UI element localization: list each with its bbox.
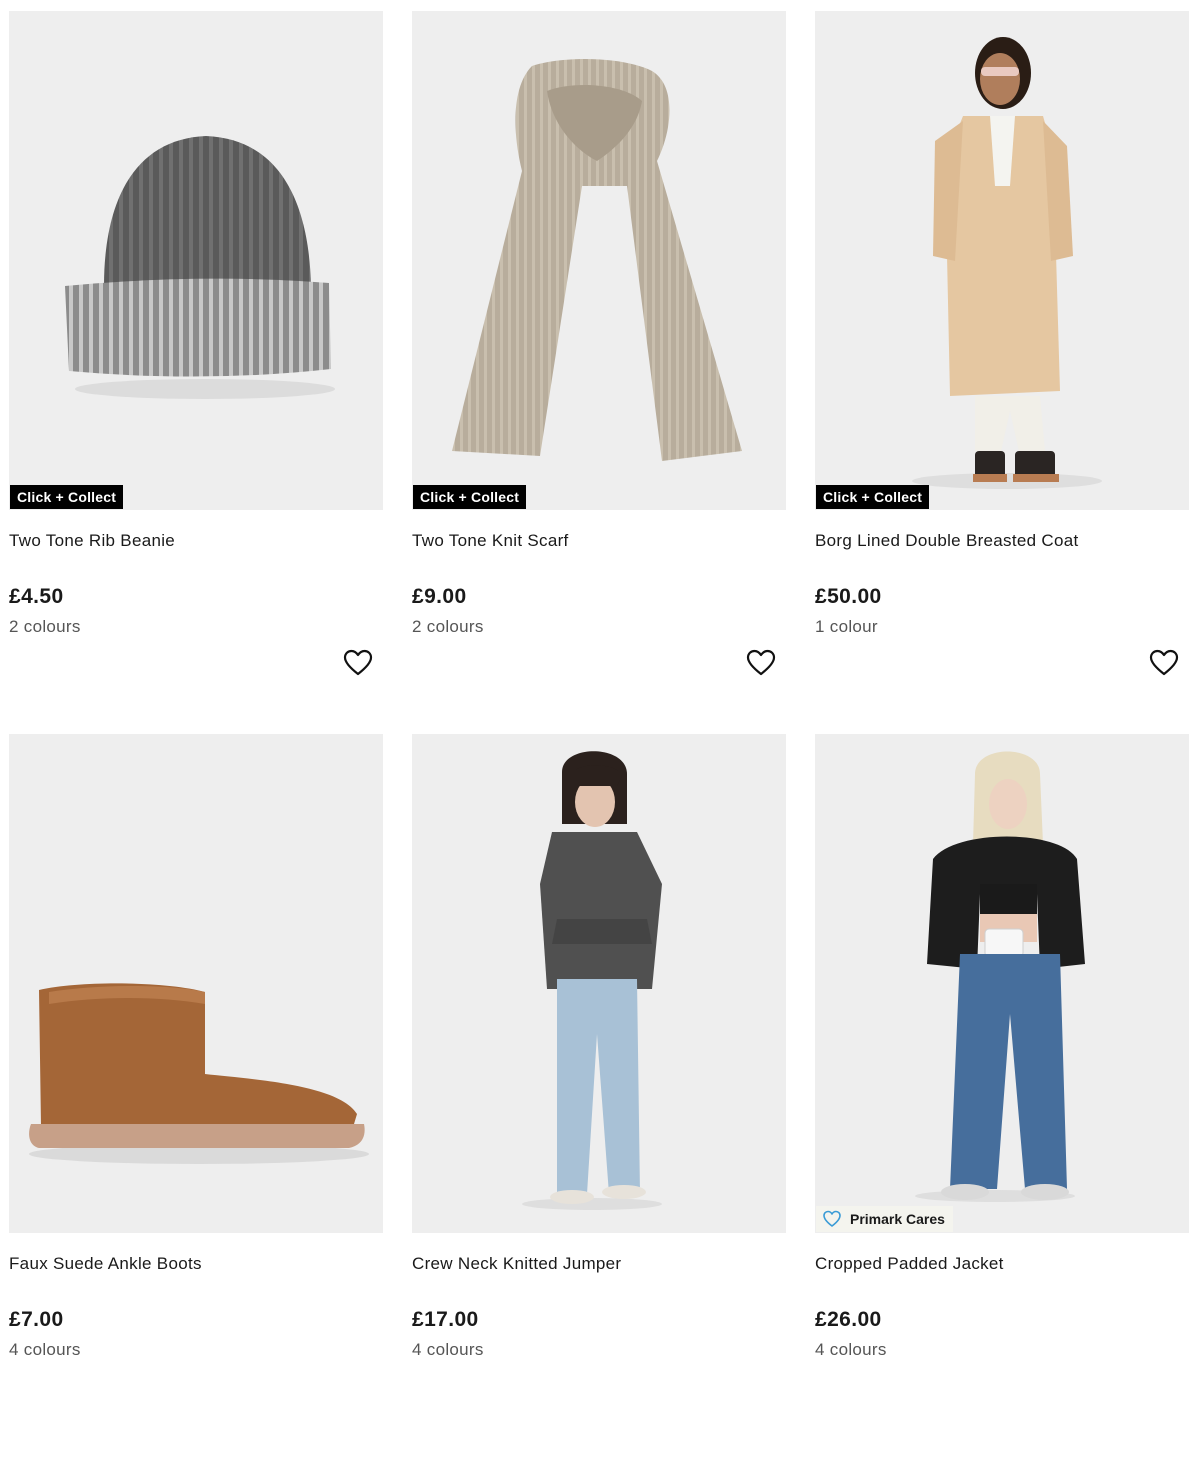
product-colours[interactable]: 2 colours xyxy=(9,617,81,637)
product-name[interactable]: Crew Neck Knitted Jumper xyxy=(412,1254,621,1274)
product-name[interactable]: Cropped Padded Jacket xyxy=(815,1254,1004,1274)
product-image[interactable]: Primark Cares xyxy=(815,734,1189,1233)
product-name[interactable]: Two Tone Rib Beanie xyxy=(9,531,175,551)
heart-outline-icon[interactable] xyxy=(1149,649,1179,677)
product-image[interactable] xyxy=(9,734,383,1233)
boot-image xyxy=(9,734,383,1233)
product-name[interactable]: Borg Lined Double Breasted Coat xyxy=(815,531,1079,551)
product-card[interactable]: Click + Collect Borg Lined Double Breast… xyxy=(815,11,1189,734)
jumper-model-image xyxy=(412,734,786,1233)
product-card[interactable]: Faux Suede Ankle Boots £7.00 4 colours xyxy=(9,734,383,1457)
heart-outline-icon[interactable] xyxy=(343,649,373,677)
jacket-model-image xyxy=(815,734,1189,1233)
product-price: £50.00 xyxy=(815,585,882,608)
primark-cares-badge: Primark Cares xyxy=(816,1206,953,1232)
product-colours[interactable]: 1 colour xyxy=(815,617,878,637)
product-price: £9.00 xyxy=(412,585,467,608)
product-card[interactable]: Click + Collect Two Tone Rib Beanie £4.5… xyxy=(9,11,383,734)
click-collect-badge: Click + Collect xyxy=(10,485,124,509)
scarf-image xyxy=(412,11,786,510)
product-name[interactable]: Faux Suede Ankle Boots xyxy=(9,1254,202,1274)
product-grid: Click + Collect Two Tone Rib Beanie £4.5… xyxy=(9,11,1189,1457)
product-price: £7.00 xyxy=(9,1308,64,1331)
heart-outline-icon[interactable] xyxy=(746,649,776,677)
product-image[interactable]: Click + Collect xyxy=(815,11,1189,510)
product-colours[interactable]: 4 colours xyxy=(815,1340,887,1360)
product-colours[interactable]: 4 colours xyxy=(412,1340,484,1360)
product-card[interactable]: Click + Collect Two Tone Knit Scarf £9.0… xyxy=(412,11,786,734)
product-card[interactable]: Primark Cares Cropped Padded Jacket £26.… xyxy=(815,734,1189,1457)
product-price: £17.00 xyxy=(412,1308,479,1331)
product-card[interactable]: Crew Neck Knitted Jumper £17.00 4 colour… xyxy=(412,734,786,1457)
coat-model-image xyxy=(815,11,1189,510)
click-collect-badge: Click + Collect xyxy=(413,485,527,509)
product-name[interactable]: Two Tone Knit Scarf xyxy=(412,531,569,551)
beanie-image xyxy=(9,11,383,510)
product-price: £4.50 xyxy=(9,585,64,608)
product-image[interactable]: Click + Collect xyxy=(9,11,383,510)
product-colours[interactable]: 4 colours xyxy=(9,1340,81,1360)
click-collect-badge: Click + Collect xyxy=(816,485,930,509)
product-price: £26.00 xyxy=(815,1308,882,1331)
product-image[interactable]: Click + Collect xyxy=(412,11,786,510)
heart-icon xyxy=(823,1210,841,1227)
product-image[interactable] xyxy=(412,734,786,1233)
product-colours[interactable]: 2 colours xyxy=(412,617,484,637)
primark-cares-label: Primark Cares xyxy=(850,1211,945,1227)
